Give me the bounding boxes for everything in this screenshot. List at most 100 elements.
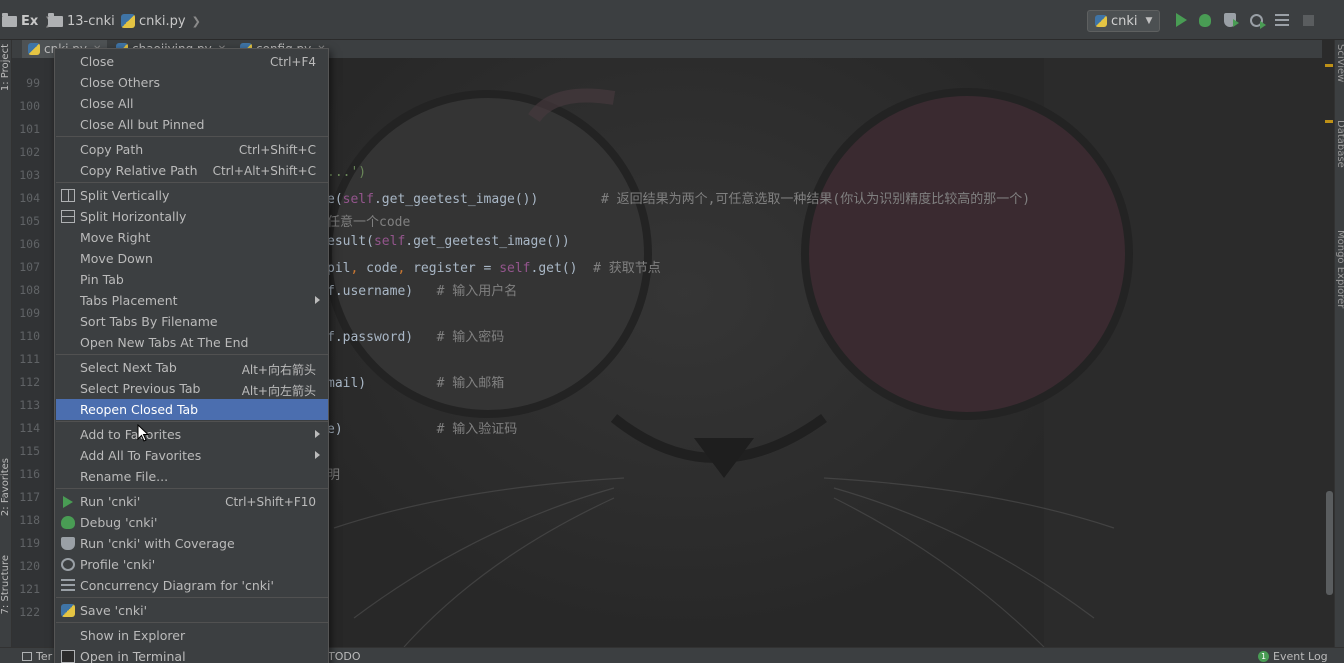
menu-separator [56,488,328,489]
tool-window-favorites[interactable]: 2: Favorites [0,458,11,516]
code-token: .get_geetest_image()) [373,192,601,207]
menu-item-save-cnki[interactable]: Save 'cnki' [56,600,328,621]
menu-separator [56,421,328,422]
menu-item-shortcut: Alt+向右箭头 [241,363,316,377]
breadcrumb-item[interactable]: 13-cnki ❯ [48,12,130,30]
event-count-badge: 1 [1258,651,1269,662]
menu-item-sort-tabs-by-filename[interactable]: Sort Tabs By Filename [56,311,328,332]
chevron-down-icon: ▼ [1145,16,1153,26]
code-line[interactable]: f.username) # 输入用户名 [327,280,517,299]
breadcrumb-item[interactable]: cnki.py ❯ [121,12,201,30]
menu-item-open-new-tabs-at-the-end[interactable]: Open New Tabs At The End [56,332,328,353]
tool-window-structure[interactable]: 7: Structure [0,555,11,614]
menu-item-select-previous-tab[interactable]: Select Previous Tab Alt+向左箭头 [56,378,328,399]
todo-tool-button[interactable]: TODO [328,650,361,663]
code-line[interactable]: 任意一个code [327,211,410,230]
folder-icon [48,12,63,27]
terminal-icon [22,652,32,661]
menu-item-label: Save 'cnki' [80,603,148,618]
menu-item-rename-file[interactable]: Rename File... [56,466,328,487]
menu-item-debug-cnki[interactable]: Debug 'cnki' [56,512,328,533]
menu-item-split-vertically[interactable]: Split Vertically [56,185,328,206]
menu-item-label: Pin Tab [80,272,124,287]
code-token: # 获取节点 [593,261,661,276]
event-log-label: Event Log [1273,650,1328,663]
navigation-bar: Ex ❯ 13-cnki ❯ cnki.py ❯ cnki ▼ [0,0,1344,40]
concurrency-button[interactable] [1274,12,1290,28]
event-log-button[interactable]: 1 Event Log [1258,650,1328,663]
code-token: pil [327,261,351,276]
warning-marker[interactable] [1325,120,1333,123]
profile-button[interactable] [1248,12,1266,29]
menu-item-close-others[interactable]: Close Others [56,72,328,93]
menu-item-label: Open in Terminal [80,649,186,663]
menu-item-close-all-but-pinned[interactable]: Close All but Pinned [56,114,328,135]
todo-label: TODO [328,650,361,663]
menu-separator [56,597,328,598]
editor-scrollbar[interactable] [1323,58,1334,647]
code-line[interactable]: e(self.get_geetest_image()) # 返回结果为两个,可任… [327,188,1030,207]
menu-item-label: Move Right [80,230,151,245]
menu-item-pin-tab[interactable]: Pin Tab [56,269,328,290]
menu-item-move-down[interactable]: Move Down [56,248,328,269]
run-button[interactable] [1173,12,1189,28]
menu-item-shortcut: Ctrl+Shift+F10 [225,495,316,509]
menu-item-split-horizontally[interactable]: Split Horizontally [56,206,328,227]
menu-item-profile-cnki[interactable]: Profile 'cnki' [56,554,328,575]
menu-item-show-in-explorer[interactable]: Show in Explorer [56,625,328,646]
menu-item-label: Add to Favorites [80,427,182,442]
folder-icon [2,12,17,27]
menu-item-label: Copy Relative Path [80,163,198,178]
run-config-label: cnki [1111,13,1138,29]
menu-item-close[interactable]: Close Ctrl+F4 [56,51,328,72]
run-configuration-dropdown[interactable]: cnki ▼ [1087,10,1160,32]
code-line[interactable]: esult(self.get_geetest_image()) [327,234,570,249]
menu-item-label: Tabs Placement [80,293,178,308]
tool-window-sciview[interactable]: SciView [1335,44,1344,82]
menu-separator [56,136,328,137]
tool-window-mongo-explorer[interactable]: Mongo Explorer [1335,230,1344,308]
code-line[interactable]: mail) # 输入邮箱 [327,372,504,391]
terminal-icon [61,650,75,663]
code-token: # 输入用户名 [436,284,518,299]
menu-item-copy-path[interactable]: Copy Path Ctrl+Shift+C [56,139,328,160]
menu-item-tabs-placement[interactable]: Tabs Placement [56,290,328,311]
concurrency-icon [61,579,75,592]
menu-item-run-cnki-with-coverage[interactable]: Run 'cnki' with Coverage [56,533,328,554]
profile-icon [61,558,75,571]
line-number: 99 [26,76,40,90]
code-line[interactable]: pil, code, register = self.get() # 获取节点 [327,257,661,276]
code-token: e( [327,192,343,207]
scrollbar-thumb[interactable] [1326,491,1333,595]
menu-item-select-next-tab[interactable]: Select Next Tab Alt+向右箭头 [56,357,328,378]
code-line[interactable]: f.password) # 输入密码 [327,326,504,345]
breadcrumb-item[interactable]: Ex ❯ [2,12,53,30]
stop-button[interactable] [1300,12,1316,28]
menu-item-move-right[interactable]: Move Right [56,227,328,248]
debug-button[interactable] [1197,12,1213,28]
chevron-right-icon: ❯ [191,14,201,28]
tool-window-database[interactable]: Database [1335,120,1344,168]
menu-item-concurrency-diagram-for-cnki[interactable]: Concurrency Diagram for 'cnki' [56,575,328,596]
breadcrumb-label: Ex [21,13,39,29]
menu-item-run-cnki[interactable]: Run 'cnki' Ctrl+Shift+F10 [56,491,328,512]
line-number-gutter: 99 100 101 102 103 104 105 106 107 108 109 110 111 11… [12,58,54,647]
line-number: 101 [19,122,40,136]
coverage-button[interactable] [1222,12,1239,28]
menu-item-reopen-closed-tab[interactable]: Reopen Closed Tab [56,399,328,420]
menu-item-label: Concurrency Diagram for 'cnki' [80,578,274,593]
menu-item-add-to-favorites[interactable]: Add to Favorites [56,424,328,445]
code-token: self [373,234,406,249]
tool-window-project[interactable]: 1: Project [0,44,11,91]
menu-item-open-in-terminal[interactable]: Open in Terminal [56,646,328,663]
code-line[interactable]: ...') [327,165,366,180]
coverage-icon [61,537,75,550]
warning-marker[interactable] [1325,64,1333,67]
terminal-tool-button[interactable]: Ter [22,650,52,663]
code-line[interactable]: e) # 输入验证码 [327,418,517,437]
menu-item-label: Split Horizontally [80,209,187,224]
menu-item-close-all[interactable]: Close All [56,93,328,114]
menu-item-copy-relative-path[interactable]: Copy Relative Path Ctrl+Alt+Shift+C [56,160,328,181]
code-token: self [342,192,374,207]
menu-item-add-all-to-favorites[interactable]: Add All To Favorites [56,445,328,466]
